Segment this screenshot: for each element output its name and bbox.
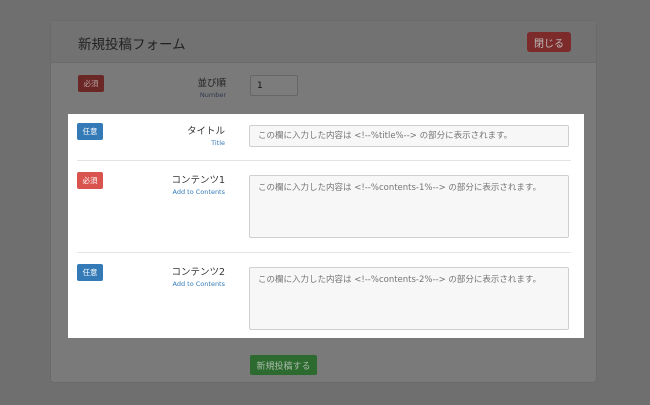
order-number-input[interactable] <box>250 75 298 96</box>
field-sublabel-contents1: Add to Contents <box>172 188 225 196</box>
contents1-textarea[interactable] <box>249 175 569 238</box>
field-sublabel-title: Title <box>211 139 225 147</box>
modal-header: 新規投稿フォーム 閉じる <box>51 21 596 63</box>
field-sublabel-contents2: Add to Contents <box>172 280 225 288</box>
field-row-contents1: 必須 コンテンツ1 Add to Contents <box>68 161 584 253</box>
highlighted-fields-panel: 任意 タイトル Title 必須 コンテンツ1 Add to Contents … <box>68 114 584 338</box>
field-label-contents1: コンテンツ1 <box>171 175 225 186</box>
submit-button[interactable]: 新規投稿する <box>250 355 317 375</box>
close-button[interactable]: 閉じる <box>527 32 571 52</box>
modal-title: 新規投稿フォーム <box>78 37 186 53</box>
field-label-order: 並び順 <box>197 78 226 89</box>
field-row-contents2: 任意 コンテンツ2 Add to Contents <box>68 253 584 338</box>
contents2-textarea[interactable] <box>249 267 569 330</box>
field-label-contents2: コンテンツ2 <box>171 267 225 278</box>
field-label-title: タイトル <box>186 126 225 137</box>
field-row-title: 任意 タイトル Title <box>68 114 584 161</box>
title-input[interactable] <box>249 125 569 147</box>
field-sublabel-order: Number <box>199 91 226 99</box>
